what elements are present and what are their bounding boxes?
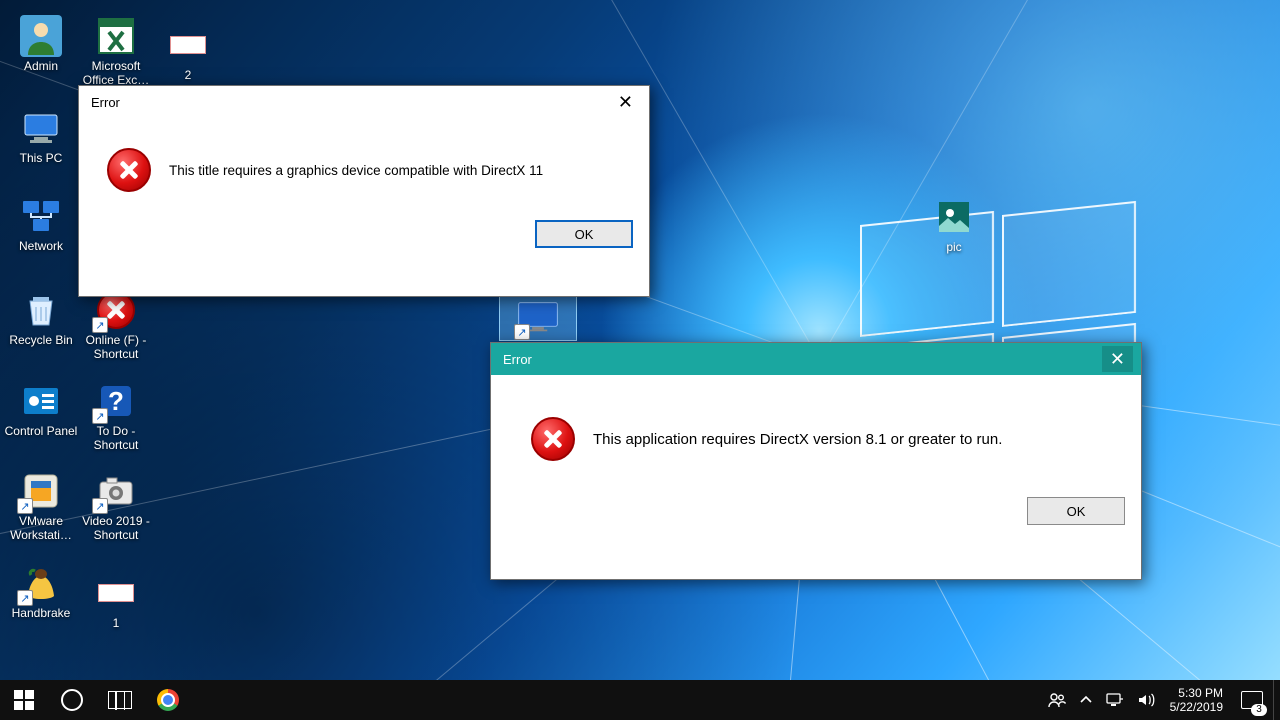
desktop-icon-recycle[interactable]: Recycle Bin: [3, 289, 79, 347]
task-view-button[interactable]: [96, 680, 144, 720]
picture-icon: [933, 196, 975, 238]
desktop-icon-selshortcut[interactable]: ↗: [500, 296, 576, 340]
desktop-icon-label: To Do - Shortcut: [79, 424, 153, 452]
system-tray: [1038, 692, 1162, 708]
desktop-icon-label: This PC: [20, 151, 63, 165]
desktop-icon-video2019[interactable]: ↗Video 2019 - Shortcut: [78, 470, 154, 542]
desktop-icon-handbrake[interactable]: ↗Handbrake: [3, 562, 79, 620]
desktop-icon-label: Control Panel: [5, 424, 78, 438]
desktop-icon-admin[interactable]: Admin: [3, 15, 79, 73]
desktop-icon-pic[interactable]: pic: [916, 196, 992, 254]
error-icon: [107, 148, 151, 192]
close-icon[interactable]: ✕: [610, 89, 641, 115]
taskbar-app-chrome[interactable]: [144, 680, 192, 720]
task-view-icon: [108, 691, 132, 709]
error-dialog-directx11: Error ✕ This title requires a graphics d…: [78, 85, 650, 297]
dialog-title: Error: [503, 352, 532, 367]
desktop-icon-network[interactable]: Network: [3, 195, 79, 253]
desktop-icon-file1[interactable]: 1: [78, 572, 154, 630]
cpl-icon: [20, 380, 62, 422]
smallfile-icon: [95, 572, 137, 614]
desktop-icon-todo[interactable]: ?↗To Do - Shortcut: [78, 380, 154, 452]
recycle-icon: [20, 289, 62, 331]
shortcut-arrow-icon: ↗: [92, 408, 108, 424]
shortcut-arrow-icon: ↗: [92, 498, 108, 514]
cortana-button[interactable]: [48, 680, 96, 720]
shortcut-arrow-icon: ↗: [92, 317, 108, 333]
desktop-icon-label: 1: [113, 616, 120, 630]
desktop-icon-label: Microsoft Office Exc…: [79, 59, 153, 87]
start-button[interactable]: [0, 680, 48, 720]
network-tray-icon[interactable]: [1106, 693, 1124, 707]
close-icon[interactable]: ✕: [1102, 346, 1133, 372]
taskbar-clock[interactable]: 5:30 PM 5/22/2019: [1162, 686, 1231, 714]
desktop-icon-thispc[interactable]: This PC: [3, 107, 79, 165]
desktop-icon-excel[interactable]: Microsoft Office Exc…: [78, 15, 154, 87]
desktop-icon-label: Video 2019 - Shortcut: [79, 514, 153, 542]
tray-chevron-icon[interactable]: [1080, 694, 1092, 706]
people-icon[interactable]: [1048, 692, 1066, 708]
chrome-icon: [157, 689, 179, 711]
network-icon: [20, 195, 62, 237]
notification-badge: 3: [1251, 704, 1267, 716]
desktop-icon-label: Handbrake: [12, 606, 71, 620]
volume-icon[interactable]: [1138, 692, 1156, 708]
desktop-icon-label: VMware Workstati…: [4, 514, 78, 542]
desktop-icon-label: Admin: [24, 59, 58, 73]
desktop-icon-cpl[interactable]: Control Panel: [3, 380, 79, 438]
desktop-icon-onlinef[interactable]: ↗Online (F) - Shortcut: [78, 289, 154, 361]
desktop-icon-label: Recycle Bin: [9, 333, 72, 347]
clock-date: 5/22/2019: [1170, 700, 1223, 714]
desktop-icon-label: Online (F) - Shortcut: [79, 333, 153, 361]
clock-time: 5:30 PM: [1178, 686, 1223, 700]
shortcut-arrow-icon: ↗: [17, 590, 33, 606]
smallfile-icon: [167, 24, 209, 66]
error-icon: [531, 417, 575, 461]
desktop-icon-file2[interactable]: 2: [150, 24, 226, 82]
desktop-icon-vmware[interactable]: ↗VMware Workstati…: [3, 470, 79, 542]
ok-button[interactable]: OK: [1027, 497, 1125, 525]
desktop-icon-label: pic: [946, 240, 961, 254]
excel-icon: [95, 15, 137, 57]
dialog-title: Error: [91, 95, 120, 110]
show-desktop-button[interactable]: [1273, 680, 1280, 720]
taskbar: 5:30 PM 5/22/2019 3: [0, 680, 1280, 720]
dialog-titlebar[interactable]: Error ✕: [79, 86, 649, 118]
shortcut-arrow-icon: ↗: [17, 498, 33, 514]
action-center-button[interactable]: 3: [1231, 680, 1273, 720]
thispc-icon: [20, 107, 62, 149]
cortana-circle-icon: [61, 689, 83, 711]
dialog-message: This application requires DirectX versio…: [593, 431, 1002, 448]
dialog-message: This title requires a graphics device co…: [169, 163, 543, 178]
svg-text:?: ?: [108, 386, 124, 416]
dialog-titlebar[interactable]: Error ✕: [491, 343, 1141, 375]
desktop-icon-label: 2: [185, 68, 192, 82]
ok-button[interactable]: OK: [535, 220, 633, 248]
windows-logo-icon: [14, 690, 34, 710]
shortcut-arrow-icon: ↗: [514, 324, 530, 340]
desktop-icon-label: Network: [19, 239, 63, 253]
error-dialog-directx81: Error ✕ This application requires Direct…: [490, 342, 1142, 580]
admin-icon: [20, 15, 62, 57]
